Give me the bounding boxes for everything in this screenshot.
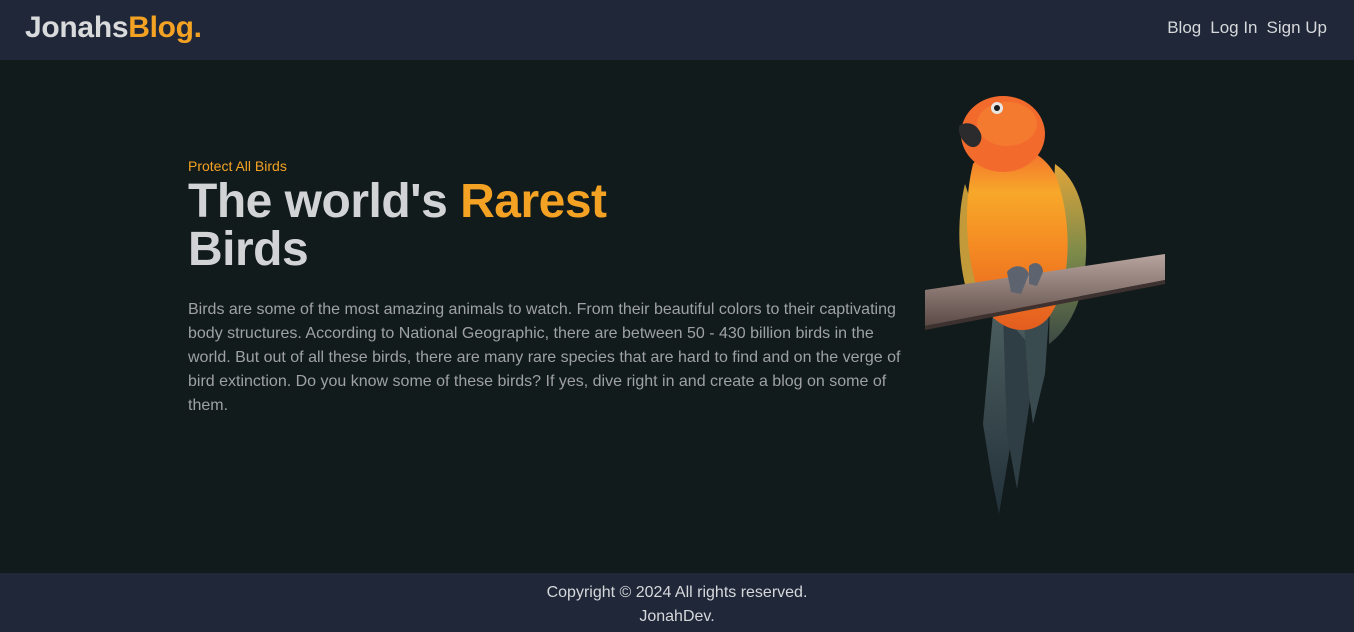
hero-headline: The world's Rarest Birds xyxy=(188,178,908,274)
brand-accent: Blog. xyxy=(128,11,202,44)
brand-name: Jonahs xyxy=(25,11,129,44)
nav-links: Blog Log In Sign Up xyxy=(1167,18,1327,38)
headline-text: The world's xyxy=(188,175,461,228)
nav-link-blog[interactable]: Blog xyxy=(1167,18,1201,38)
headline-text-line2: Birds xyxy=(188,223,309,276)
parrot-image xyxy=(925,96,1165,514)
footer-author: JonahDev. xyxy=(639,608,715,625)
footer: Copyright © 2024 All rights reserved. Jo… xyxy=(0,573,1354,632)
headline-accent: Rarest xyxy=(460,175,607,228)
hero-eyebrow: Protect All Birds xyxy=(188,158,287,174)
footer-copyright: Copyright © 2024 All rights reserved. xyxy=(546,584,808,601)
hero-section: Protect All Birds The world's Rarest Bir… xyxy=(188,158,908,418)
hero-description: Birds are some of the most amazing anima… xyxy=(188,301,901,414)
nav-link-login[interactable]: Log In xyxy=(1210,18,1257,38)
nav-link-signup[interactable]: Sign Up xyxy=(1267,18,1327,38)
navbar: JonahsBlog. Blog Log In Sign Up xyxy=(0,0,1354,60)
brand-logo[interactable]: JonahsBlog. xyxy=(25,11,202,45)
